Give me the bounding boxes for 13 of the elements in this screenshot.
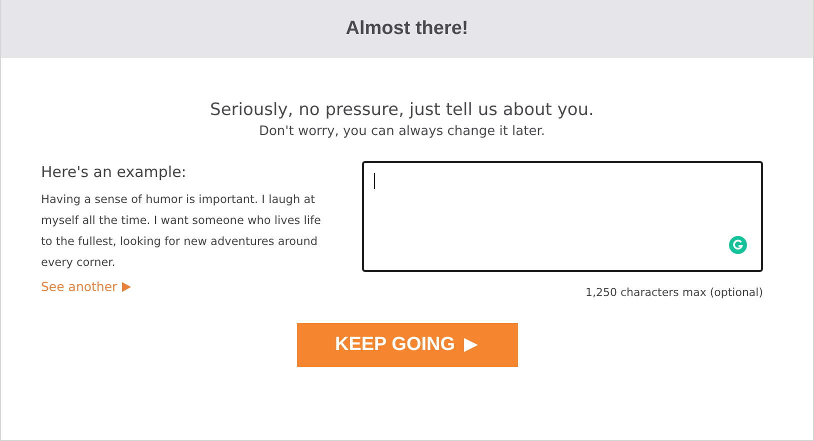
text-cursor [374,173,375,189]
about-you-field[interactable] [362,161,763,272]
character-limit-hint: 1,250 characters max (optional) [585,286,763,299]
play-icon [463,337,479,353]
grammar-check-icon[interactable] [729,236,747,254]
example-heading: Here's an example: [41,163,186,181]
keep-going-button[interactable]: KEEP GOING [296,323,518,367]
see-another-link[interactable]: See another [41,279,132,294]
play-icon [122,282,132,292]
headline: Seriously, no pressure, just tell us about you. [210,100,594,120]
example-text: Having a sense of humor is important. I laugh at myself all the time. I want someone who lives life to the fullest, looking for new adventures around every corner. [41,192,322,271]
page-title: Almost there! [346,18,468,40]
subheadline: Don't worry, you can always change it later. [258,124,546,139]
